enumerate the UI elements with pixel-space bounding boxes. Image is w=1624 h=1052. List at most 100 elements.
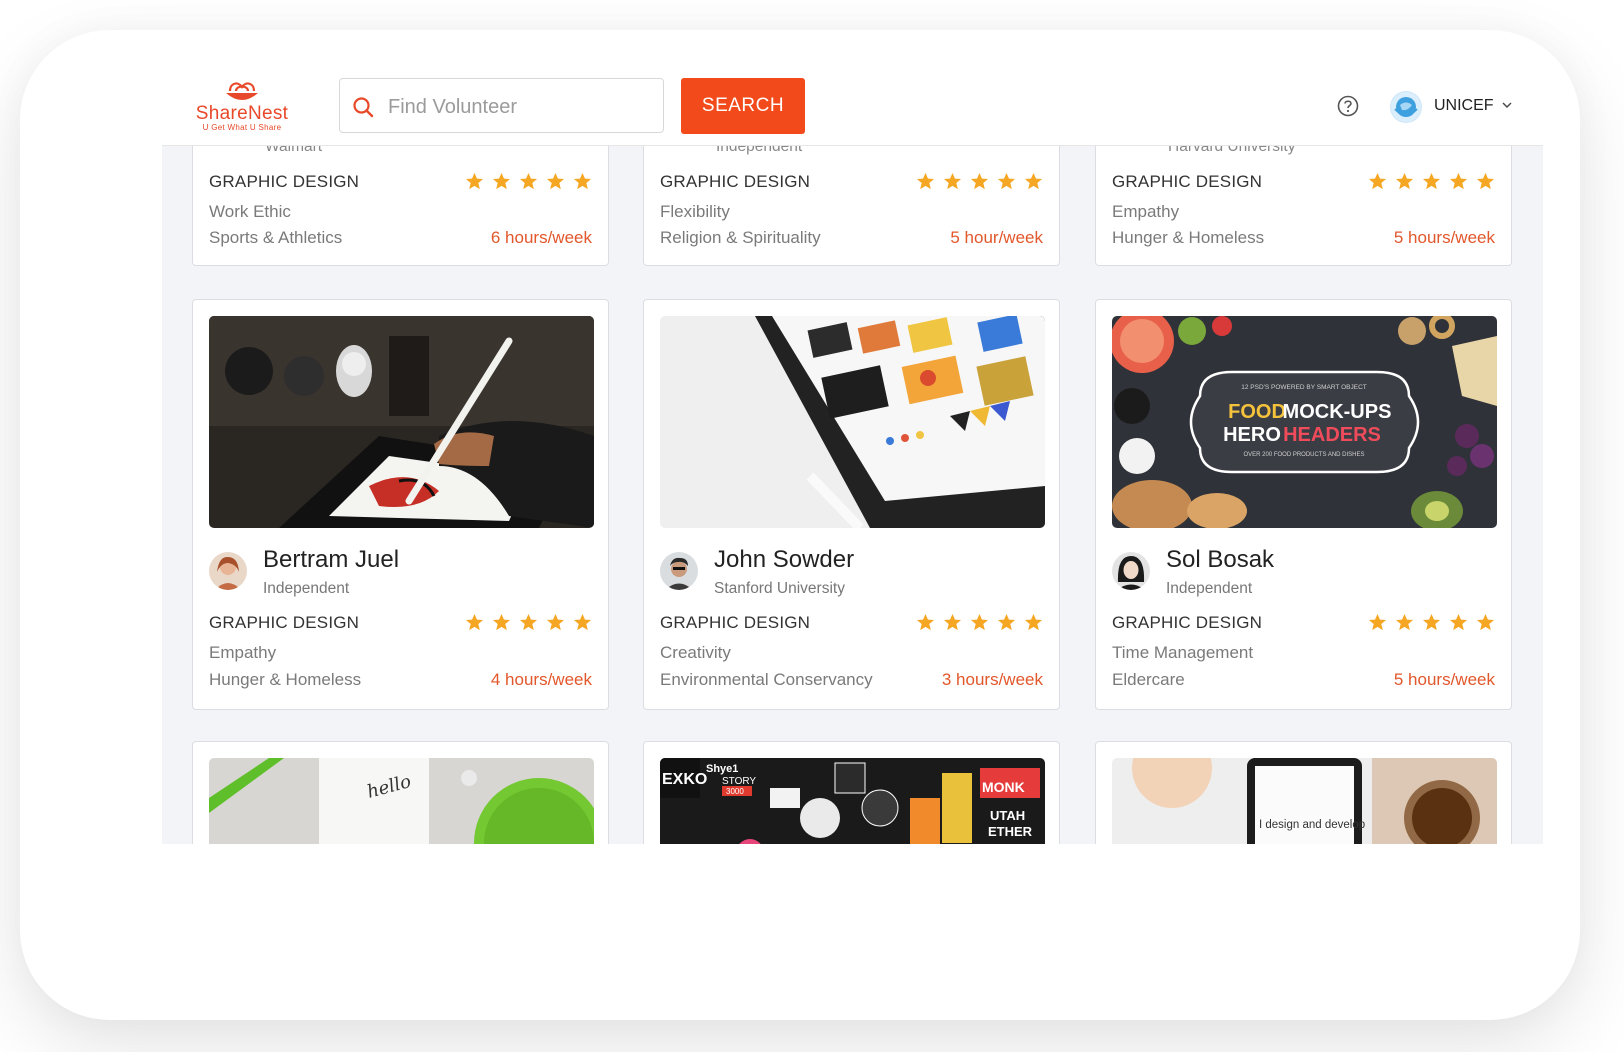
org-name: UNICEF xyxy=(1434,97,1494,114)
star-icon xyxy=(1395,613,1414,631)
cause-label: Eldercare xyxy=(1112,670,1185,689)
star-icon xyxy=(492,613,511,631)
hours-label: 4 hours/week xyxy=(490,670,592,689)
star-icon xyxy=(465,613,484,631)
cause-label: Sports & Athletics xyxy=(209,228,343,247)
card-image-food-mockups: 12 PSD'S POWERED BY SMART OBJECT FOOD MO… xyxy=(1112,316,1497,528)
card-image-ipad-design-grid xyxy=(660,316,1045,528)
cause-label: Hunger & Homeless xyxy=(209,670,362,689)
hours-label: 5 hours/week xyxy=(1393,670,1495,689)
star-icon xyxy=(465,172,484,190)
sticker-text: EXKO xyxy=(662,771,707,788)
food-image-text-mockups: MOCK-UPS xyxy=(1283,401,1392,423)
card-image-tablet-drawing xyxy=(209,316,594,528)
star-icon xyxy=(546,172,565,190)
star-rating xyxy=(465,613,592,632)
skill-label: Work Ethic xyxy=(209,202,291,221)
category-label: GRAPHIC DESIGN xyxy=(1112,613,1263,632)
sticker-text: Shye1 xyxy=(706,763,738,775)
hours-label: 5 hour/week xyxy=(950,228,1043,247)
food-image-text-headers: HEADERS xyxy=(1283,424,1381,446)
volunteer-identity: Sol Bosak Independent xyxy=(1112,540,1497,600)
star-icon xyxy=(997,613,1016,631)
volunteer-card[interactable]: hello xyxy=(192,741,609,844)
star-icon xyxy=(1449,613,1468,631)
volunteer-card[interactable]: John Sowder Stanford University GRAPHIC … xyxy=(643,299,1060,710)
volunteer-card[interactable]: Bertram Juel Independent GRAPHIC DESIGN … xyxy=(192,299,609,710)
card-image-sticker-collage: EXKO Shye1 STORY 3000 MONK UTAH ETHER xyxy=(660,758,1045,844)
star-rating xyxy=(1368,613,1495,632)
avatar xyxy=(1112,552,1150,590)
star-icon xyxy=(970,172,989,190)
card-image-phone-and-drink: I design and develop xyxy=(1112,758,1497,844)
skill-label: Empathy xyxy=(1112,202,1180,221)
volunteer-identity: John Sowder Stanford University xyxy=(660,540,1045,600)
category-label: GRAPHIC DESIGN xyxy=(660,172,811,191)
sticker-text: STORY xyxy=(722,776,756,787)
volunteer-org: Stanford University xyxy=(714,580,845,597)
star-icon xyxy=(916,172,935,190)
star-icon xyxy=(1422,172,1441,190)
category-label: GRAPHIC DESIGN xyxy=(660,613,811,632)
star-icon xyxy=(1476,613,1495,631)
star-icon xyxy=(1422,613,1441,631)
star-icon xyxy=(1395,172,1414,190)
volunteer-card[interactable]: EXKO Shye1 STORY 3000 MONK UTAH ETHER xyxy=(643,741,1060,844)
sticker-text: 3000 xyxy=(726,787,744,796)
star-icon xyxy=(519,172,538,190)
star-icon xyxy=(1368,172,1387,190)
star-rating xyxy=(916,172,1043,191)
search-icon xyxy=(353,97,374,118)
star-icon xyxy=(519,613,538,631)
volunteer-name[interactable]: Bertram Juel xyxy=(263,546,399,574)
volunteer-card[interactable]: I design and develop xyxy=(1095,741,1512,844)
food-image-text-food: FOOD xyxy=(1228,401,1286,423)
search-button[interactable]: SEARCH xyxy=(681,78,805,134)
star-icon xyxy=(492,172,511,190)
star-rating xyxy=(465,172,592,191)
skill-label: Creativity xyxy=(660,643,731,662)
star-icon xyxy=(1368,613,1387,631)
star-icon xyxy=(997,172,1016,190)
hours-label: 6 hours/week xyxy=(490,228,592,247)
avatar xyxy=(209,552,247,590)
hours-label: 5 hours/week xyxy=(1393,228,1495,247)
skill-label: Time Management xyxy=(1112,643,1254,662)
cause-label: Environmental Conservancy xyxy=(660,670,873,689)
search-input[interactable] xyxy=(386,89,655,125)
star-rating xyxy=(1368,172,1495,191)
star-icon xyxy=(1449,172,1468,190)
help-circle-icon[interactable] xyxy=(1337,95,1359,117)
unicef-globe-icon xyxy=(1390,91,1422,123)
volunteer-card[interactable]: 12 PSD'S POWERED BY SMART OBJECT FOOD MO… xyxy=(1095,299,1512,710)
star-icon xyxy=(1024,172,1043,190)
star-rating xyxy=(916,613,1043,632)
skill-label: Empathy xyxy=(209,643,277,662)
food-image-text-hero: HERO xyxy=(1223,424,1281,446)
sharenest-logo[interactable]: ShareNest U Get What U Share xyxy=(190,79,294,139)
avatar xyxy=(660,552,698,590)
volunteer-name[interactable]: Sol Bosak xyxy=(1166,546,1274,574)
volunteer-org: Independent xyxy=(263,580,350,597)
sticker-text: ETHER xyxy=(988,824,1033,839)
skill-label: Flexibility xyxy=(660,202,730,221)
card-image-hello-notebook: hello xyxy=(209,758,594,844)
app-window: ShareNest U Get What U Share SEARCH UNIC… xyxy=(162,71,1543,844)
sticker-text: MONK xyxy=(982,779,1025,795)
category-label: GRAPHIC DESIGN xyxy=(209,172,360,191)
search-field[interactable] xyxy=(339,78,664,133)
star-icon xyxy=(970,613,989,631)
food-image-sub-text: OVER 200 FOOD PRODUCTS AND DISHES xyxy=(1243,452,1364,458)
star-icon xyxy=(943,172,962,190)
chevron-down-icon xyxy=(1502,102,1512,108)
star-icon xyxy=(943,613,962,631)
cause-label: Religion & Spirituality xyxy=(660,228,821,247)
star-icon xyxy=(916,613,935,631)
sticker-text: UTAH xyxy=(990,808,1025,823)
star-icon xyxy=(573,613,592,631)
category-label: GRAPHIC DESIGN xyxy=(1112,172,1263,191)
volunteer-name[interactable]: John Sowder xyxy=(714,546,854,574)
top-bar: ShareNest U Get What U Share SEARCH UNIC… xyxy=(162,71,1543,146)
star-icon xyxy=(573,172,592,190)
volunteer-identity: Bertram Juel Independent xyxy=(209,540,594,600)
